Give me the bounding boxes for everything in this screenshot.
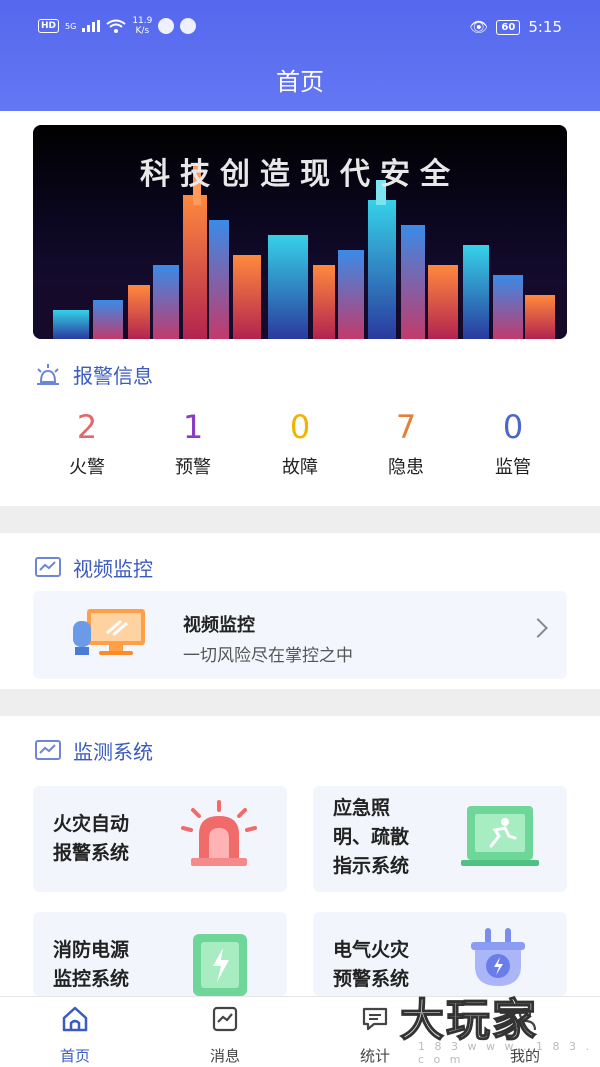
fire-alarm-siren-icon: [181, 800, 257, 866]
video-panel: 视频监控 视频监控 一切风险尽在掌控之中: [0, 533, 600, 689]
network-speed: 11.9 K/s: [132, 16, 153, 36]
page-title: 首页: [276, 68, 324, 96]
statistics-icon: [362, 1007, 388, 1031]
emergency-exit-sign-icon: [461, 806, 539, 866]
card-title: 火灾自动 报警系统: [53, 810, 129, 868]
alarm-section-label: 报警信息: [73, 364, 153, 388]
stat-label: 火警: [69, 457, 105, 478]
card-title: 消防电源 监控系统: [53, 936, 129, 994]
monitor-section-label: 监测系统: [73, 740, 153, 764]
card-title-line: 明、疏散: [333, 826, 410, 848]
stat-value: 1: [182, 408, 204, 446]
video-section-label: 视频监控: [73, 557, 153, 581]
stat-value: 2: [76, 408, 98, 446]
fire-alarm-system-card[interactable]: 火灾自动 报警系统: [33, 786, 287, 892]
monitor-systems-panel: 监测系统 火灾自动 报警系统 应急照 明、疏散 指示系统 消防电源 监控系统 电…: [0, 716, 600, 996]
clock: 5:15: [528, 18, 562, 36]
stat-label: 预警: [175, 457, 211, 478]
message-icon: [212, 1006, 238, 1032]
watermark-url: 1 8 3 w w w . 1 8 3 . c o m: [418, 1040, 592, 1066]
card-title-line: 报警系统: [53, 842, 130, 864]
video-section-title: 视频监控: [33, 553, 153, 582]
nav-label: 消息: [209, 1047, 240, 1065]
card-title: 电气火灾 预警系统: [333, 936, 409, 994]
nav-messages[interactable]: 消息: [175, 1005, 275, 1066]
video-monitor-card[interactable]: 视频监控 一切风险尽在掌控之中: [33, 591, 567, 679]
nav-home[interactable]: 首页: [25, 1005, 125, 1066]
alarm-siren-icon: [37, 363, 59, 385]
wifi-icon: [106, 19, 126, 33]
status-bar: HD 5G 11.9 K/s 👁 60 5:15: [0, 0, 600, 60]
card-title: 应急照 明、疏散 指示系统: [333, 794, 409, 881]
stat-label: 监管: [495, 457, 531, 478]
stat-hazard[interactable]: 7 隐患: [366, 409, 446, 479]
stat-fault[interactable]: 0 故障: [260, 409, 340, 479]
stat-label: 故障: [282, 457, 318, 478]
shield-icon: [158, 18, 175, 34]
card-title-line: 预警系统: [333, 968, 410, 990]
computer-monitor-icon: [73, 609, 145, 655]
stat-label: 隐患: [388, 457, 424, 478]
card-title-line: 电气火灾: [333, 939, 410, 961]
monitor-section-title: 监测系统: [33, 736, 153, 765]
stat-supervision[interactable]: 0 监管: [473, 409, 553, 479]
card-title-line: 消防电源: [53, 939, 130, 961]
alarm-stats: 2 火警 1 预警 0 故障 7 隐患 0 监管: [0, 409, 600, 489]
battery-power-icon: [193, 934, 247, 996]
stat-value: 0: [502, 408, 524, 446]
home-top-panel: 科技创造现代安全 报警信息 2 火警 1 预警 0 故障 7 隐患 0 监管: [0, 111, 600, 506]
stat-fire-alarm[interactable]: 2 火警: [47, 409, 127, 479]
monitor-chart-icon: [35, 739, 61, 760]
stat-warning[interactable]: 1 预警: [153, 409, 233, 479]
app-notification-icon: [180, 18, 197, 34]
nav-label: 首页: [59, 1047, 90, 1065]
stat-value: 0: [289, 408, 311, 446]
watermark: 大玩家: [399, 994, 538, 1047]
banner-slogan: 科技创造现代安全: [140, 157, 460, 192]
battery-indicator: 60: [496, 19, 521, 35]
video-card-subtitle: 一切风险尽在掌控之中: [183, 646, 353, 666]
signal-5g-icon: 5G: [65, 21, 77, 31]
fire-power-supply-card[interactable]: 消防电源 监控系统: [33, 912, 287, 996]
emergency-lighting-card[interactable]: 应急照 明、疏散 指示系统: [313, 786, 567, 892]
banner[interactable]: 科技创造现代安全: [33, 125, 567, 339]
nav-label: 统计: [359, 1047, 390, 1065]
app-header: HD 5G 11.9 K/s 👁 60 5:15 首页: [0, 0, 600, 111]
home-icon: [62, 1006, 88, 1032]
video-card-title: 视频监控: [183, 615, 255, 636]
signal-bars-icon: [82, 20, 101, 32]
card-title-line: 指示系统: [333, 855, 410, 877]
hd-indicator: HD: [38, 19, 60, 33]
card-title-line: 应急照: [333, 797, 391, 819]
chevron-right-icon: [528, 618, 548, 638]
eye-icon: 👁: [469, 18, 489, 36]
monitor-chart-icon: [35, 556, 61, 577]
stat-value: 7: [395, 408, 417, 446]
card-title-line: 火灾自动: [53, 813, 130, 835]
card-title-line: 监控系统: [53, 968, 130, 990]
alarm-section-title: 报警信息: [33, 360, 153, 389]
